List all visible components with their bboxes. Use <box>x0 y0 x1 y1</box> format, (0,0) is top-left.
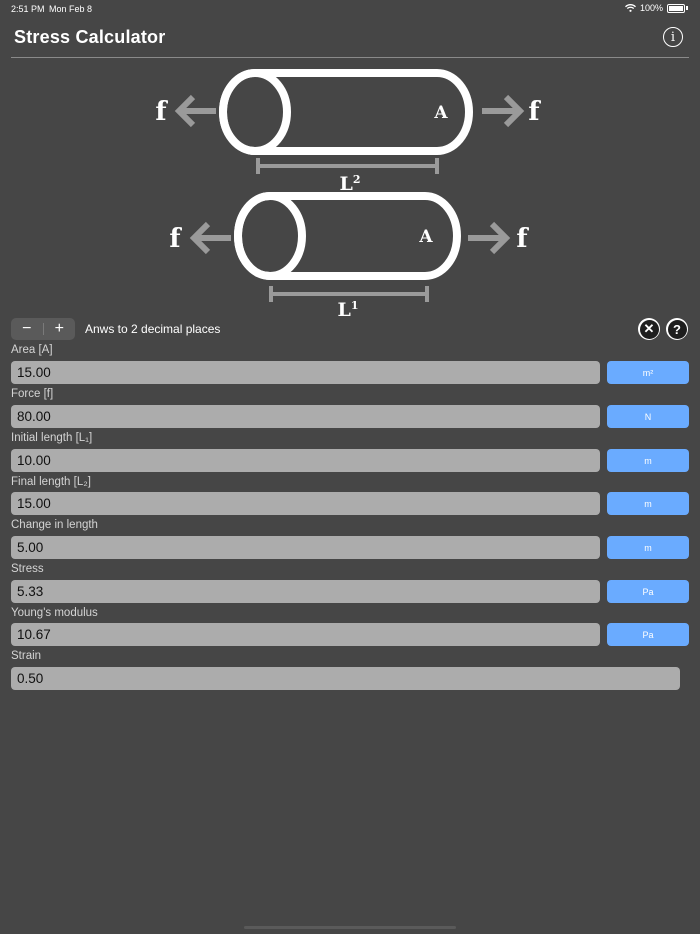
status-indicators: 100% <box>625 3 688 13</box>
bottom-left-force-label: f <box>169 224 182 254</box>
status-bar: 2:51 PM Mon Feb 8 100% <box>0 0 700 18</box>
change-in-length-label: Change in length <box>11 519 98 531</box>
stress-unit-button[interactable]: Pa <box>607 580 689 603</box>
stress-input[interactable]: 5.33 <box>11 580 600 603</box>
stress-label: Stress <box>11 563 44 575</box>
help-button[interactable]: ? <box>666 318 688 340</box>
top-length-label: L2 <box>339 173 360 195</box>
help-icon: ? <box>667 319 687 339</box>
area-input[interactable]: 15.00 <box>11 361 600 384</box>
youngs-modulus-input[interactable]: 10.67 <box>11 623 600 646</box>
youngs-modulus-unit-button[interactable]: Pa <box>607 623 689 646</box>
top-left-arrow <box>174 94 216 128</box>
top-length-bar <box>256 158 439 174</box>
force-label: Force [f] <box>11 388 54 400</box>
force-input[interactable]: 80.00 <box>11 405 600 428</box>
info-icon[interactable]: i <box>663 27 683 47</box>
initial-length-unit-button[interactable]: m <box>607 449 689 472</box>
top-right-arrow <box>482 94 525 128</box>
bottom-right-force-label: f <box>516 224 529 254</box>
force-unit-button[interactable]: N <box>607 405 689 428</box>
top-cylinder <box>219 69 473 155</box>
top-right-force-label: f <box>528 97 541 127</box>
status-time: 2:51 PM <box>11 4 45 14</box>
bottom-area-label: A <box>418 227 433 247</box>
final-length-input[interactable]: 15.00 <box>11 492 600 515</box>
bottom-right-arrow <box>468 221 511 255</box>
close-icon: ✕ <box>639 319 659 339</box>
battery-percent: 100% <box>639 3 663 13</box>
bottom-left-arrow <box>189 221 231 255</box>
change-in-length-input[interactable]: 5.00 <box>11 536 600 559</box>
home-indicator[interactable] <box>244 926 456 929</box>
decrease-precision-button[interactable]: − <box>11 318 43 340</box>
title-divider <box>11 57 689 58</box>
strain-input[interactable]: 0.50 <box>11 667 680 690</box>
area-unit-button[interactable]: m² <box>607 361 689 384</box>
battery-icon <box>667 3 685 13</box>
wifi-icon <box>625 4 636 12</box>
strain-label: Strain <box>11 650 42 662</box>
app-title: Stress Calculator <box>14 27 166 47</box>
bottom-length-label: L1 <box>337 299 358 321</box>
stress-diagram: A f f L2 A f f L1 <box>155 69 541 321</box>
top-left-force-label: f <box>155 97 168 127</box>
top-area-label: A <box>433 103 448 123</box>
youngs-modulus-label: Young's modulus <box>11 607 98 619</box>
precision-label: Anws to 2 decimal places <box>85 322 221 336</box>
final-length-unit-button[interactable]: m <box>607 492 689 515</box>
clear-button[interactable]: ✕ <box>638 318 660 340</box>
status-date: Mon Feb 8 <box>49 4 93 14</box>
change-in-length-unit-button[interactable]: m <box>607 536 689 559</box>
initial-length-input[interactable]: 10.00 <box>11 449 600 472</box>
increase-precision-button[interactable]: + <box>44 318 76 340</box>
final-length-label: Final length [L₂] <box>11 476 91 488</box>
area-label: Area [A] <box>11 344 53 356</box>
precision-stepper[interactable]: − + <box>11 318 75 340</box>
initial-length-label: Initial length [L₁] <box>11 432 93 444</box>
battery-tip <box>686 6 688 10</box>
